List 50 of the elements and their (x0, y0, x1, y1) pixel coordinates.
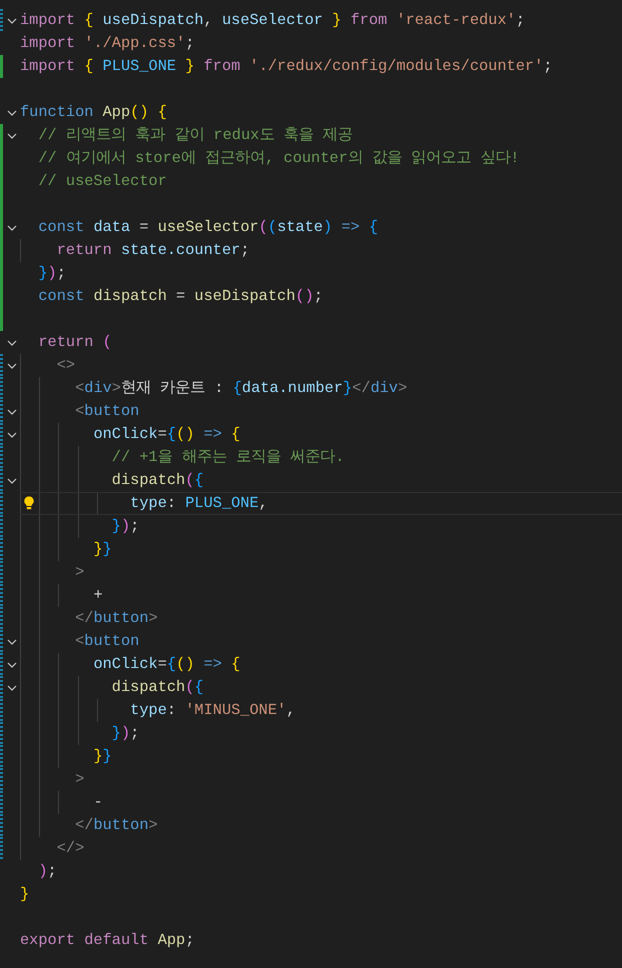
chevron-down-icon[interactable] (7, 224, 17, 230)
chevron-down-icon[interactable] (7, 340, 17, 346)
code-line: const dispatch = useDispatch(); (38, 286, 323, 307)
code-line: onClick={() => { (93, 654, 240, 675)
code-line: > (75, 769, 84, 790)
code-line: <div>현재 카운트 : {data.number}</div> (75, 378, 408, 399)
code-line: > (75, 562, 84, 583)
code-line: <button (75, 401, 140, 422)
code-line: export default App; (20, 930, 194, 951)
code-line: </> (56, 838, 84, 859)
chevron-down-icon[interactable] (7, 478, 17, 484)
code-line: </button> (75, 608, 158, 629)
code-line: const data = useSelector((state) => { (38, 217, 378, 238)
chevron-down-icon[interactable] (7, 684, 17, 690)
code-line: import './App.css'; (20, 33, 194, 54)
code-line: type: PLUS_ONE, (130, 493, 268, 514)
chevron-down-icon[interactable] (7, 18, 17, 24)
code-line: import { PLUS_ONE } from './redux/config/modules/counter'; (20, 56, 552, 77)
code-line: }} (93, 539, 112, 560)
code-line: ); (38, 861, 57, 882)
code-line: onClick={() => { (93, 424, 240, 445)
code-line: // useSelector (38, 171, 167, 192)
code-line: dispatch({ (112, 677, 204, 698)
chevron-down-icon[interactable] (7, 362, 17, 368)
code-line: </button> (75, 815, 158, 836)
code-line: }); (112, 516, 140, 537)
code-line: // +1을 해주는 로직을 써준다. (112, 447, 344, 468)
code-line: dispatch({ (112, 470, 204, 491)
code-line: function App() { (20, 102, 167, 123)
code-line: return state.counter; (56, 240, 250, 261)
lightbulb-icon[interactable] (24, 496, 34, 510)
code-line: // 리액트의 훅과 같이 redux도 훅을 제공 (38, 125, 353, 146)
code-line: - (93, 792, 103, 813)
code-line: type: 'MINUS_ONE', (130, 700, 296, 721)
chevron-down-icon[interactable] (7, 408, 17, 414)
code-line: <> (56, 355, 76, 376)
chevron-down-icon[interactable] (7, 132, 17, 138)
chevron-down-icon[interactable] (7, 110, 17, 116)
code-line: }); (38, 263, 66, 284)
chevron-down-icon[interactable] (7, 662, 17, 668)
code-line: <button (75, 631, 140, 652)
chevron-down-icon[interactable] (7, 638, 17, 644)
code-line: } (20, 884, 30, 905)
chevron-down-icon[interactable] (7, 432, 17, 438)
code-line: + (93, 585, 103, 606)
code-line: }} (93, 746, 112, 767)
code-line: }); (112, 723, 140, 744)
code-line: // 여기에서 store에 접근하여, counter의 값을 읽어오고 싶다! (38, 148, 520, 169)
code-line: import { useDispatch, useSelector } from 'react-redux'; (20, 10, 525, 31)
code-line: return ( (38, 332, 112, 353)
